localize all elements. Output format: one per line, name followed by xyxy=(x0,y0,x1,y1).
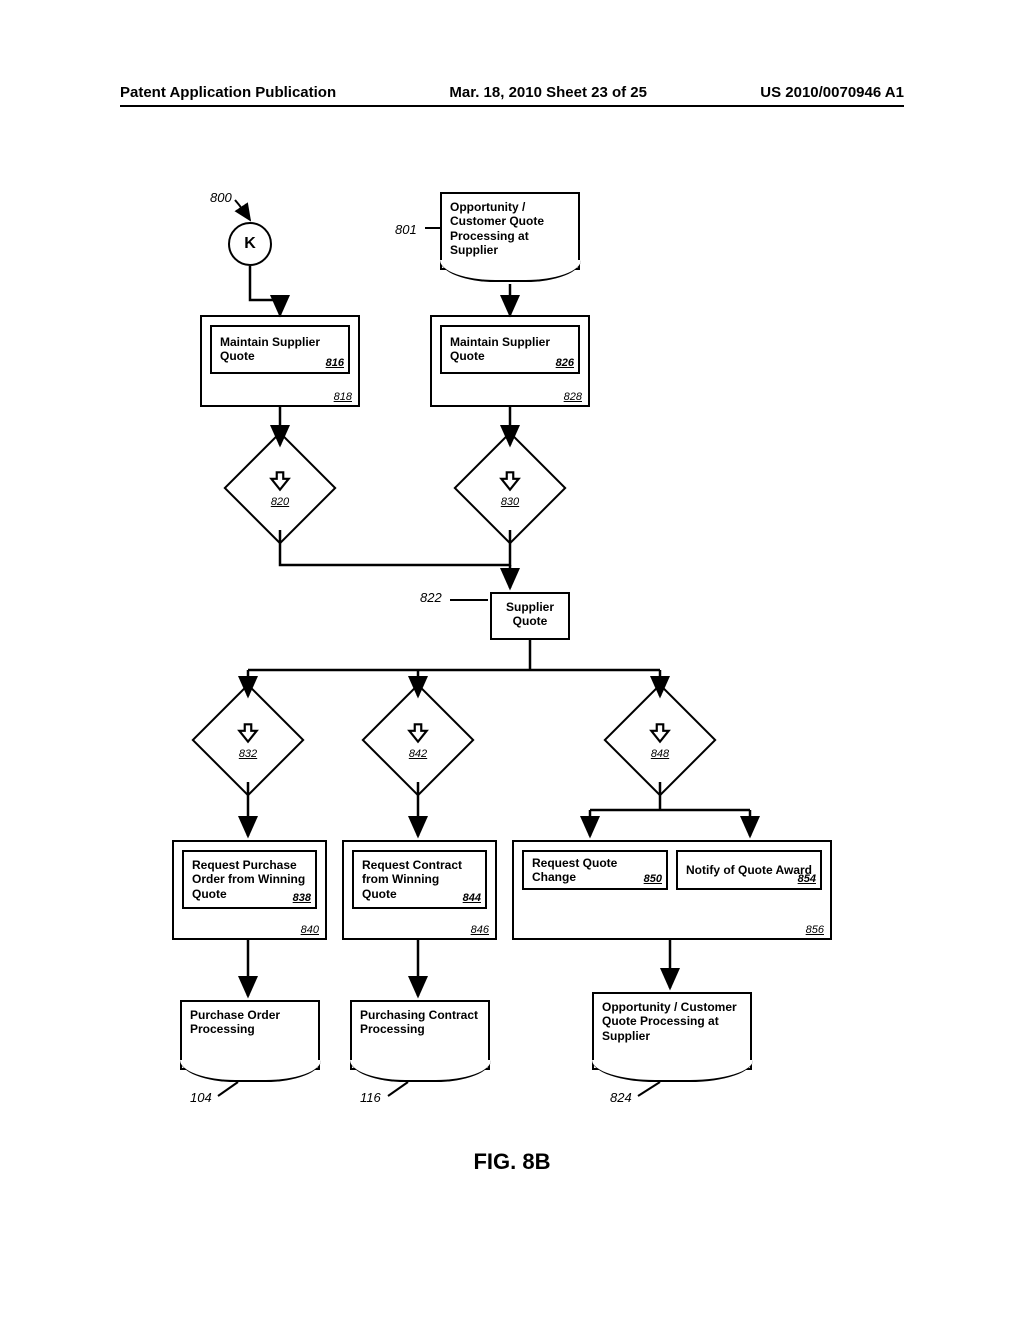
diamond-848-content: 848 xyxy=(620,700,700,780)
ref-838: 838 xyxy=(293,892,311,905)
ref-820: 820 xyxy=(271,496,289,508)
down-arrow-icon xyxy=(267,468,293,494)
connector-k: K xyxy=(228,222,272,266)
diamond-830-content: 830 xyxy=(470,448,550,528)
ref-842: 842 xyxy=(409,748,427,760)
down-arrow-icon xyxy=(235,720,261,746)
ref-846: 846 xyxy=(471,924,489,936)
process-856: Request Quote Change 850 Notify of Quote… xyxy=(512,840,832,940)
process-854: Notify of Quote Award 854 xyxy=(676,850,822,890)
ref-828: 828 xyxy=(564,391,582,403)
figure-label: FIG. 8B xyxy=(0,1149,1024,1175)
ref-801: 801 xyxy=(395,222,417,237)
process-826-text: Maintain Supplier Quote xyxy=(450,335,570,364)
down-arrow-icon xyxy=(405,720,431,746)
process-828: Maintain Supplier Quote 826 828 xyxy=(430,315,590,407)
process-816-text: Maintain Supplier Quote xyxy=(220,335,340,364)
ref-822: 822 xyxy=(420,590,442,605)
doc-801-text: Opportunity / Customer Quote Processing … xyxy=(450,200,570,258)
doc-824-text: Opportunity / Customer Quote Processing … xyxy=(602,1000,742,1043)
process-846: Request Contract from Winning Quote 844 … xyxy=(342,840,497,940)
ref-832: 832 xyxy=(239,748,257,760)
ref-850: 850 xyxy=(644,873,662,886)
box-supplier-quote: Supplier Quote xyxy=(490,592,570,640)
process-818: Maintain Supplier Quote 816 818 xyxy=(200,315,360,407)
diamond-842-content: 842 xyxy=(378,700,458,780)
ref-116: 116 xyxy=(360,1090,381,1105)
ref-816: 816 xyxy=(326,357,344,370)
doc-104-text: Purchase Order Processing xyxy=(190,1008,310,1037)
doc-104: Purchase Order Processing xyxy=(180,1000,320,1070)
ref-856: 856 xyxy=(806,924,824,936)
doc-801: Opportunity / Customer Quote Processing … xyxy=(440,192,580,270)
connector-k-label: K xyxy=(244,235,256,253)
doc-116: Purchasing Contract Processing xyxy=(350,1000,490,1070)
diamond-820-content: 820 xyxy=(240,448,320,528)
ref-824: 824 xyxy=(610,1090,632,1105)
diagram-canvas: 800 K 801 Opportunity / Customer Quote P… xyxy=(120,180,880,1140)
ref-844: 844 xyxy=(463,892,481,905)
ref-826: 826 xyxy=(556,357,574,370)
process-850-text: Request Quote Change xyxy=(532,856,658,885)
diamond-832-content: 832 xyxy=(208,700,288,780)
process-844: Request Contract from Winning Quote 844 xyxy=(352,850,487,909)
process-826: Maintain Supplier Quote 826 xyxy=(440,325,580,374)
process-840: Request Purchase Order from Winning Quot… xyxy=(172,840,327,940)
header-center: Mar. 18, 2010 Sheet 23 of 25 xyxy=(449,84,647,101)
ref-800: 800 xyxy=(210,190,232,205)
process-838: Request Purchase Order from Winning Quot… xyxy=(182,850,317,909)
header-left: Patent Application Publication xyxy=(120,84,336,101)
process-816: Maintain Supplier Quote 816 xyxy=(210,325,350,374)
doc-116-text: Purchasing Contract Processing xyxy=(360,1008,480,1037)
ref-818: 818 xyxy=(334,391,352,403)
ref-854: 854 xyxy=(798,873,816,886)
down-arrow-icon xyxy=(647,720,673,746)
doc-824: Opportunity / Customer Quote Processing … xyxy=(592,992,752,1070)
header-right: US 2010/0070946 A1 xyxy=(760,84,904,101)
ref-104: 104 xyxy=(190,1090,212,1105)
process-850: Request Quote Change 850 xyxy=(522,850,668,890)
ref-848: 848 xyxy=(651,748,669,760)
process-854-text: Notify of Quote Award xyxy=(686,863,812,877)
ref-840: 840 xyxy=(301,924,319,936)
process-838-text: Request Purchase Order from Winning Quot… xyxy=(192,858,307,901)
down-arrow-icon xyxy=(497,468,523,494)
process-844-text: Request Contract from Winning Quote xyxy=(362,858,477,901)
box-supplier-quote-text: Supplier Quote xyxy=(506,600,554,628)
page-header: Patent Application Publication Mar. 18, … xyxy=(120,84,904,107)
ref-830: 830 xyxy=(501,496,519,508)
